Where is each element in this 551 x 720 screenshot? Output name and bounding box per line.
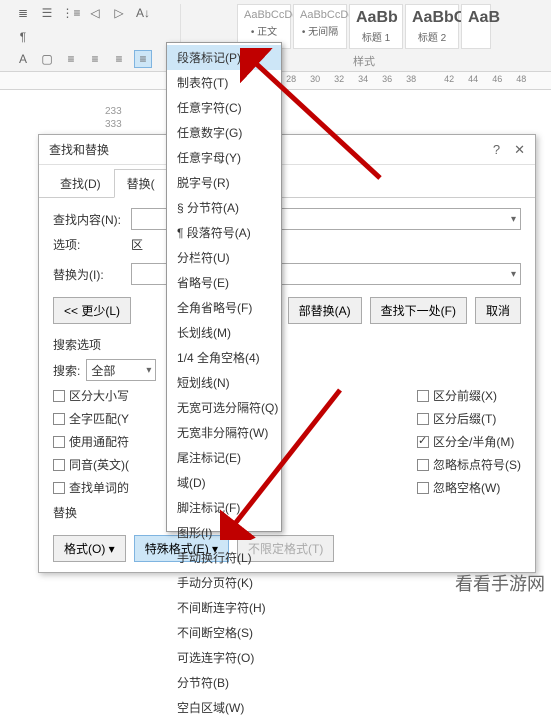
tab-find[interactable]: 查找(D) bbox=[47, 169, 114, 197]
menu-item[interactable]: ¶ 段落符号(A) bbox=[167, 220, 281, 245]
checkbox-icon bbox=[417, 413, 429, 425]
checkbox-区分大小写[interactable]: 区分大小写 bbox=[53, 387, 129, 404]
checkbox-icon bbox=[417, 482, 429, 494]
menu-item[interactable]: 可选连字符(O) bbox=[167, 645, 281, 670]
style-nospacing[interactable]: AaBbCcDd• 无间隔 bbox=[293, 4, 347, 49]
highlight-icon[interactable]: ▢ bbox=[38, 50, 56, 68]
menu-item[interactable]: 手动换行符(L) bbox=[167, 545, 281, 570]
multilevel-icon[interactable]: ⋮≡ bbox=[62, 4, 80, 22]
checkbox-icon bbox=[417, 459, 429, 471]
replace-all-button[interactable]: 部替换(A) bbox=[288, 297, 362, 324]
checkbox-忽略标点符号(S)[interactable]: 忽略标点符号(S) bbox=[417, 456, 521, 473]
menu-item[interactable]: 全角省略号(F) bbox=[167, 295, 281, 320]
cancel-button[interactable]: 取消 bbox=[475, 297, 521, 324]
align-right-icon[interactable]: ≡ bbox=[110, 50, 128, 68]
menu-item[interactable]: 不间断空格(S) bbox=[167, 620, 281, 645]
annotation-arrow-bottom bbox=[220, 380, 350, 540]
checkbox-同音(英文)([interactable]: 同音(英文)( bbox=[53, 456, 129, 473]
indent-left-icon[interactable]: ◁ bbox=[86, 4, 104, 22]
checkbox-icon bbox=[53, 482, 65, 494]
checkbox-忽略空格(W)[interactable]: 忽略空格(W) bbox=[417, 479, 521, 496]
align-left-icon[interactable]: ≡ bbox=[62, 50, 80, 68]
checkbox-icon bbox=[417, 390, 429, 402]
options-label: 选项: bbox=[53, 236, 125, 253]
paragraph-group: ≣ ☰ ⋮≡ ◁ ▷ A↓ ¶ A ▢ ≡ ≡ ≡ ≡ ↕ ▦ ⊞ bbox=[8, 4, 181, 66]
checkbox-查找单词的[interactable]: 查找单词的 bbox=[53, 479, 129, 496]
find-next-button[interactable]: 查找下一处(F) bbox=[370, 297, 467, 324]
menu-item[interactable]: 空白区域(W) bbox=[167, 695, 281, 720]
menu-item[interactable]: 省略号(E) bbox=[167, 270, 281, 295]
help-icon[interactable]: ? bbox=[493, 142, 500, 158]
checkbox-icon bbox=[53, 390, 65, 402]
checkbox-全字匹配(Y[interactable]: 全字匹配(Y bbox=[53, 410, 129, 427]
checkbox-icon bbox=[53, 413, 65, 425]
bullets-icon[interactable]: ≣ bbox=[14, 4, 32, 22]
watermark: 看看手游网 bbox=[455, 570, 545, 596]
numbering-icon[interactable]: ☰ bbox=[38, 4, 56, 22]
showmarks-icon[interactable]: ¶ bbox=[14, 28, 32, 46]
dialog-title-text: 查找和替换 bbox=[49, 141, 109, 158]
close-icon[interactable]: ✕ bbox=[514, 142, 525, 158]
search-options-label: 搜索选项 bbox=[53, 336, 521, 353]
annotation-arrow-top bbox=[240, 48, 390, 188]
checkbox-icon bbox=[53, 459, 65, 471]
document-text: 233 333 bbox=[105, 105, 122, 131]
replace-label: 替换为(I): bbox=[53, 266, 125, 283]
tab-replace[interactable]: 替换( bbox=[114, 169, 168, 198]
chevron-down-icon[interactable]: ▾ bbox=[511, 214, 516, 225]
font-color-icon[interactable]: A bbox=[14, 50, 32, 68]
menu-item[interactable]: § 分节符(A) bbox=[167, 195, 281, 220]
style-heading2[interactable]: AaBbC标题 2 bbox=[405, 4, 459, 49]
checkbox-icon bbox=[417, 436, 429, 448]
checkbox-区分前缀(X)[interactable]: 区分前缀(X) bbox=[417, 387, 521, 404]
menu-item[interactable]: 不间断连字符(H) bbox=[167, 595, 281, 620]
menu-item[interactable]: 分栏符(U) bbox=[167, 245, 281, 270]
align-justify-icon[interactable]: ≡ bbox=[134, 50, 152, 68]
chevron-down-icon[interactable]: ▾ bbox=[511, 269, 516, 280]
style-more[interactable]: AaB bbox=[461, 4, 491, 49]
menu-item[interactable]: 手动分页符(K) bbox=[167, 570, 281, 595]
checkbox-使用通配符[interactable]: 使用通配符 bbox=[53, 433, 129, 450]
find-label: 查找内容(N): bbox=[53, 211, 125, 228]
menu-item[interactable]: 分节符(B) bbox=[167, 670, 281, 695]
menu-item[interactable]: 长划线(M) bbox=[167, 320, 281, 345]
less-button[interactable]: << 更少(L) bbox=[53, 297, 131, 324]
format-button[interactable]: 格式(O) ▾ bbox=[53, 535, 126, 562]
sort-icon[interactable]: A↓ bbox=[134, 4, 152, 22]
search-label: 搜索: bbox=[53, 362, 80, 379]
align-center-icon[interactable]: ≡ bbox=[86, 50, 104, 68]
chevron-down-icon[interactable]: ▾ bbox=[146, 365, 151, 376]
checkbox-区分全/半角(M)[interactable]: 区分全/半角(M) bbox=[417, 433, 521, 450]
options-value: 区 bbox=[131, 236, 143, 253]
search-direction-select[interactable]: 全部 ▾ bbox=[86, 359, 156, 381]
checkbox-icon bbox=[53, 436, 65, 448]
style-heading1[interactable]: AaBb标题 1 bbox=[349, 4, 403, 49]
indent-right-icon[interactable]: ▷ bbox=[110, 4, 128, 22]
menu-item[interactable]: 1/4 全角空格(4) bbox=[167, 345, 281, 370]
checkbox-区分后缀(T)[interactable]: 区分后缀(T) bbox=[417, 410, 521, 427]
